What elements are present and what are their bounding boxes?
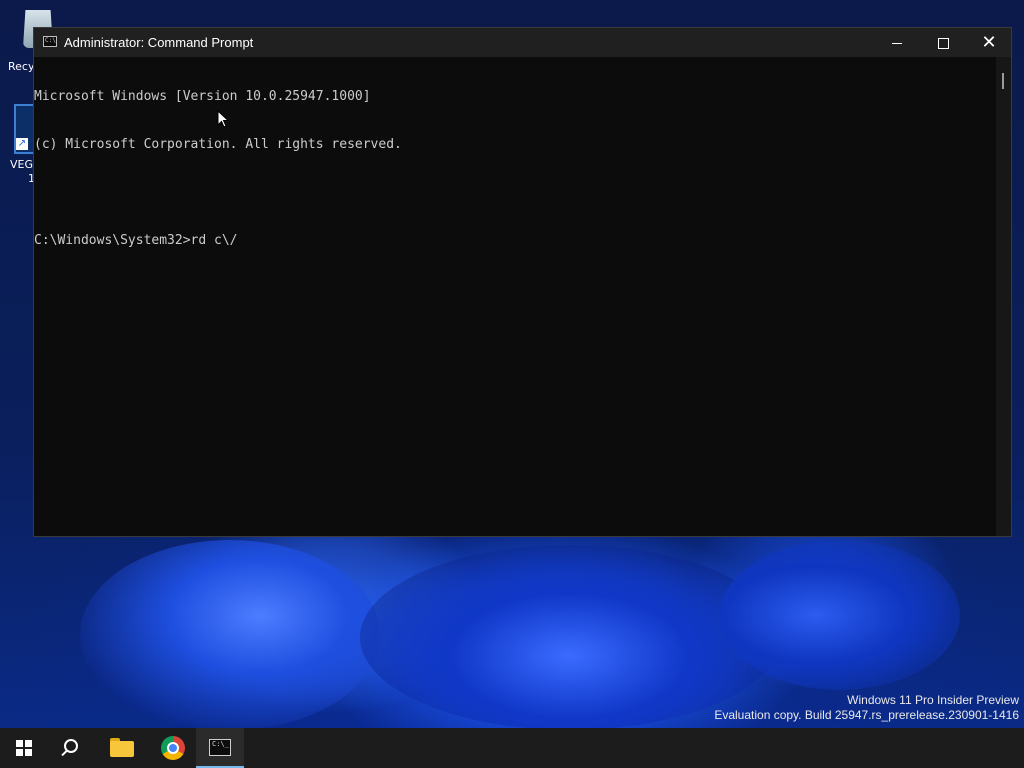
watermark-build: Evaluation copy. Build 25947.rs_prerelea… [714, 708, 1019, 722]
command-prompt-icon: C:\_ [209, 739, 231, 756]
maximize-button[interactable] [920, 28, 966, 57]
cmd-icon: C:\ [43, 36, 57, 47]
chrome-icon-center [167, 742, 179, 754]
console-scrollbar[interactable] [996, 57, 1011, 536]
file-explorer-button[interactable] [98, 728, 146, 768]
command-prompt-taskbar-button[interactable]: C:\_ [196, 728, 244, 768]
start-icon [16, 740, 32, 756]
vega-shortcut-label: VEG [10, 158, 33, 171]
shortcut-arrow-icon: ↗ [16, 138, 28, 150]
close-button[interactable]: ✕ [966, 28, 1012, 57]
window-title: Administrator: Command Prompt [64, 35, 254, 50]
wallpaper-bloom [720, 540, 960, 690]
console-line: Microsoft Windows [Version 10.0.25947.10… [34, 89, 371, 104]
start-button[interactable] [0, 728, 48, 768]
console-line: (c) Microsoft Corporation. All rights re… [34, 137, 402, 152]
minimize-icon [892, 43, 902, 44]
console-output[interactable]: Microsoft Windows [Version 10.0.25947.10… [34, 57, 996, 536]
close-icon: ✕ [981, 32, 997, 53]
search-icon-handle [61, 749, 68, 757]
scrollbar-thumb[interactable] [1002, 73, 1004, 89]
watermark-edition: Windows 11 Pro Insider Preview [847, 693, 1019, 707]
minimize-button[interactable] [874, 28, 920, 57]
windows-watermark: Windows 11 Pro Insider Preview Evaluatio… [714, 693, 1019, 723]
mouse-cursor-icon [217, 110, 229, 128]
recycle-bin-label: Recy [8, 60, 35, 73]
file-explorer-icon [110, 741, 134, 757]
search-button[interactable] [48, 728, 96, 768]
chrome-button[interactable] [148, 728, 196, 768]
command-prompt-window[interactable]: C:\ Administrator: Command Prompt ✕ Micr… [33, 27, 1012, 537]
taskbar: C:\_ [0, 728, 1024, 768]
maximize-icon [937, 38, 949, 49]
window-titlebar[interactable]: C:\ Administrator: Command Prompt ✕ [34, 28, 1011, 57]
wallpaper-bloom [80, 540, 380, 730]
console-prompt-line[interactable]: C:\Windows\System32>rd c\/ [34, 233, 996, 249]
